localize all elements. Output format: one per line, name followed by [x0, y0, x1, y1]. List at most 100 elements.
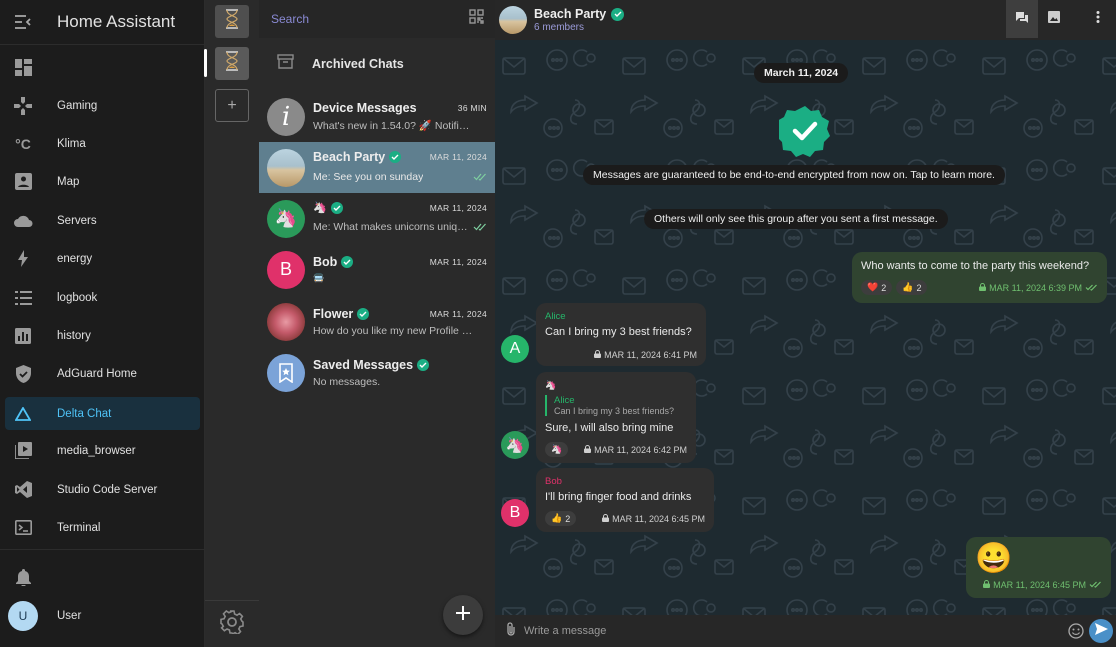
sidebar-item-energy[interactable]: energy: [5, 242, 200, 275]
archive-icon: [277, 54, 294, 74]
lightning-icon: [5, 250, 41, 267]
sidebar-item-servers[interactable]: Servers: [5, 204, 200, 237]
sidebar-item-terminal[interactable]: Terminal: [5, 511, 200, 544]
play-box-icon: [5, 442, 41, 459]
app: Home Assistant Gaming °C Klima Map Serve…: [0, 0, 1116, 647]
avatar: B: [267, 250, 305, 289]
encryption-notice[interactable]: Messages are guaranteed to be end-to-end…: [583, 165, 1005, 185]
lock-icon: [602, 513, 610, 524]
chat-item-saved-messages[interactable]: Saved Messages No messages.: [259, 347, 495, 398]
beach-avatar: [267, 148, 305, 187]
gamepad-icon: [5, 96, 41, 115]
verified-icon: [389, 150, 402, 163]
message-outgoing-emoji[interactable]: 😀 MAR 11, 2024 6:45 PM: [966, 537, 1111, 598]
verified-icon: [417, 358, 430, 371]
ha-header: Home Assistant: [0, 0, 204, 45]
bell-icon: [5, 569, 41, 586]
chat-item-bob[interactable]: B Bob MAR 11, 2024 🚍: [259, 244, 495, 295]
quoted-message[interactable]: Alice Can I bring my 3 best friends?: [545, 395, 687, 416]
group-avatar[interactable]: [499, 6, 527, 34]
dashboard-icon: [5, 59, 41, 76]
chat-title[interactable]: Beach Party: [534, 7, 606, 21]
qr-code-icon[interactable]: [469, 9, 484, 29]
sidebar-item-history[interactable]: history: [5, 319, 200, 352]
sidebar-item-map[interactable]: Map: [5, 165, 200, 198]
reaction-thumbs-up[interactable]: 👍 2: [896, 280, 928, 295]
sidebar-item-media-browser[interactable]: media_browser: [5, 434, 200, 467]
read-checkmarks-icon: [473, 218, 487, 236]
reaction-unicorn[interactable]: 🦄: [545, 442, 569, 457]
send-icon: [1094, 622, 1108, 640]
archived-chats-item[interactable]: Archived Chats: [259, 38, 495, 90]
new-chat-button[interactable]: [443, 595, 483, 635]
message-outgoing[interactable]: Who wants to come to the party this week…: [852, 252, 1107, 303]
attachment-icon[interactable]: [506, 621, 516, 641]
more-menu-button[interactable]: [1082, 0, 1114, 38]
message-incoming[interactable]: Alice Can I bring my 3 best friends? MAR…: [536, 303, 706, 366]
read-checkmarks-icon: [1085, 283, 1098, 293]
message-incoming-reply[interactable]: 🦄 Alice Can I bring my 3 best friends? S…: [536, 372, 696, 463]
chart-icon: [5, 327, 41, 344]
lock-icon: [584, 444, 592, 455]
kebab-menu-icon: [1096, 10, 1100, 28]
ha-title: Home Assistant: [57, 12, 176, 31]
verified-shield-icon: [776, 105, 831, 162]
cloud-icon: [5, 214, 41, 227]
divider: [0, 549, 205, 550]
verified-icon: [357, 307, 370, 320]
account-tile-2[interactable]: [215, 47, 249, 80]
sidebar-item-klima[interactable]: °C Klima: [5, 127, 200, 160]
lock-icon: [979, 282, 987, 293]
lock-icon: [594, 350, 602, 360]
sidebar-item-delta-chat[interactable]: Delta Chat: [5, 397, 200, 430]
search-input[interactable]: Search: [271, 12, 309, 26]
group-notice: Others will only see this group after yo…: [644, 209, 948, 229]
account-tile-1[interactable]: [215, 5, 249, 38]
chat-view-button[interactable]: [1006, 0, 1038, 38]
chat-item-flower[interactable]: Flower MAR 11, 2024 How do you like my ne…: [259, 296, 495, 347]
notifications-button[interactable]: [5, 561, 200, 594]
avatar-bob[interactable]: B: [501, 499, 529, 527]
sidebar-item-logbook[interactable]: logbook: [5, 281, 200, 314]
sidebar-item-gaming[interactable]: Gaming: [5, 89, 200, 122]
add-account-button[interactable]: +: [215, 89, 249, 122]
sidebar-item-overview[interactable]: [5, 51, 200, 84]
chat-item-unicorn[interactable]: 🦄 🦄 MAR 11, 2024 Me: What makes unicorns …: [259, 193, 495, 244]
date-separator: March 11, 2024: [754, 63, 849, 83]
chat-item-device-messages[interactable]: i Device Messages 36 MIN What's new in 1.…: [259, 91, 495, 142]
menu-collapse-icon[interactable]: [0, 0, 45, 45]
members-count: 6 members: [534, 22, 585, 33]
account-selected-indicator: [204, 49, 207, 77]
sidebar-item-adguard[interactable]: AdGuard Home: [5, 357, 200, 390]
ha-sidebar: Home Assistant Gaming °C Klima Map Serve…: [0, 0, 205, 647]
list-icon: [5, 290, 41, 305]
plus-icon: [455, 605, 471, 626]
chat-item-beach-party[interactable]: Beach Party MAR 11, 2024 Me: See you on s…: [259, 142, 495, 193]
avatar-unicorn[interactable]: 🦄: [501, 431, 529, 459]
chat-bubbles-icon: [1016, 10, 1028, 28]
message-incoming[interactable]: Bob I'll bring finger food and drinks 👍 2…: [536, 468, 714, 532]
search-bar: Search: [259, 0, 495, 38]
lock-icon: [983, 580, 991, 590]
verified-icon: [330, 201, 343, 214]
message-input[interactable]: Write a message: [524, 625, 606, 637]
composer: Write a message: [495, 615, 1116, 647]
shield-icon: [5, 364, 41, 383]
sidebar-item-studio-code[interactable]: Studio Code Server: [5, 473, 200, 506]
read-checkmarks-icon: [1089, 580, 1102, 590]
gallery-button[interactable]: [1038, 0, 1070, 38]
avatar: U: [8, 600, 38, 631]
send-button[interactable]: [1089, 619, 1113, 643]
user-profile[interactable]: U User: [5, 599, 200, 632]
reaction-thumbs-up[interactable]: 👍 2: [545, 511, 577, 526]
bookmark-icon: [267, 353, 305, 392]
temperature-icon: °C: [15, 135, 31, 152]
hourglass-icon: [225, 51, 239, 76]
reaction-heart[interactable]: ❤️ 2: [861, 280, 893, 295]
chat-view: Beach Party 6 members March 11, 2024 Mes…: [495, 0, 1116, 647]
terminal-icon: [5, 520, 41, 535]
emoji-icon[interactable]: [1068, 623, 1084, 644]
settings-button[interactable]: [205, 600, 259, 647]
avatar-alice[interactable]: A: [501, 335, 529, 363]
info-icon: i: [267, 97, 305, 136]
